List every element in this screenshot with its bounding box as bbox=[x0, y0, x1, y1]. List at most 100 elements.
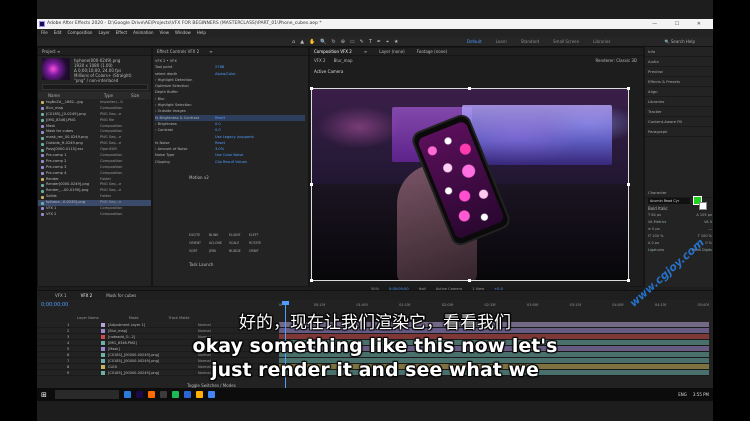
puppet-tool-icon[interactable]: ★ bbox=[394, 39, 398, 45]
effect-property-value[interactable]: Clip Result Values bbox=[215, 159, 247, 165]
brush-tool-icon[interactable]: ✒ bbox=[377, 39, 381, 45]
pen-tool-icon[interactable]: ✎ bbox=[360, 39, 364, 45]
timeline-timecode[interactable]: 0;00;00;00 bbox=[41, 302, 68, 308]
motion-button[interactable]: ACLONE bbox=[209, 241, 227, 245]
clone-tool-icon[interactable]: ⌖ bbox=[386, 39, 389, 45]
column-size[interactable]: Size bbox=[131, 92, 139, 99]
effect-property-value[interactable]: Alpha/Color bbox=[215, 71, 236, 77]
timeline-tab-vfx2[interactable]: VFX 2 bbox=[81, 291, 93, 300]
tab-effect-controls[interactable]: Effect Controls VFX 2 bbox=[157, 48, 199, 55]
motion-button[interactable]: JERK bbox=[209, 249, 227, 253]
motion-button[interactable]: SORT bbox=[189, 249, 207, 253]
taskbar-app-icon[interactable] bbox=[136, 391, 143, 398]
panel-section-preview[interactable]: Preview bbox=[645, 67, 713, 77]
time-ruler[interactable]: 0f 00:15f 01:00f 01:15f 02:00f 02:15f 03:00f 03… bbox=[279, 303, 709, 311]
panel-section-tracker[interactable]: Tracker bbox=[645, 107, 713, 117]
panel-section-info[interactable]: Info bbox=[645, 47, 713, 57]
taskbar-app-icon[interactable] bbox=[184, 391, 191, 398]
tab-layer[interactable]: Layer (none) bbox=[379, 48, 405, 55]
workspace-standard[interactable]: Standard bbox=[521, 37, 539, 47]
taskbar-app-icon[interactable] bbox=[148, 391, 155, 398]
panel-section-align[interactable]: Align bbox=[645, 87, 713, 97]
column-name[interactable]: Name bbox=[48, 92, 60, 99]
clock[interactable]: 3:55 PM bbox=[693, 388, 709, 401]
character-title[interactable]: Character bbox=[645, 188, 713, 198]
layer-handle[interactable] bbox=[468, 279, 471, 282]
motion-button[interactable]: ORBIT bbox=[249, 249, 267, 253]
character-setting[interactable]: VA 0 bbox=[704, 219, 712, 226]
layer-handle[interactable] bbox=[310, 279, 313, 282]
character-setting[interactable]: A 0 px bbox=[648, 240, 659, 247]
layer-handle[interactable] bbox=[310, 87, 313, 90]
tab-footage[interactable]: Footage (none) bbox=[417, 48, 447, 55]
motion-button[interactable]: NUDGE bbox=[229, 249, 247, 253]
zoom-tool-icon[interactable]: 🔍 bbox=[320, 39, 326, 45]
panel-section-content-aware-fill[interactable]: Content-Aware Fill bbox=[645, 117, 713, 127]
column-type[interactable]: Type bbox=[104, 92, 113, 99]
character-setting[interactable]: VA Metrics bbox=[648, 219, 666, 226]
character-setting[interactable]: T 64 px bbox=[648, 212, 661, 219]
project-search-input[interactable] bbox=[42, 84, 148, 90]
effect-property-row[interactable]: Clipping Clip Result Values bbox=[155, 159, 305, 165]
panel-section-paragraph[interactable]: Paragraph bbox=[645, 127, 713, 137]
menu-help[interactable]: Help bbox=[197, 29, 206, 37]
menu-animation[interactable]: Animation bbox=[133, 29, 153, 37]
stroke-color-swatch[interactable] bbox=[699, 202, 707, 210]
checkbox-ligatures[interactable]: Ligatures bbox=[648, 247, 664, 254]
panel-menu-icon[interactable]: ≡ bbox=[209, 48, 212, 55]
motion-button[interactable]: ORIENT bbox=[189, 241, 207, 245]
font-family-select[interactable]: Acumin Read Cyr bbox=[648, 198, 690, 204]
taskbar-app-icon[interactable] bbox=[172, 391, 179, 398]
panel-section-audio[interactable]: Audio bbox=[645, 57, 713, 67]
timeline-tab-vfx1[interactable]: VFX 1 bbox=[55, 291, 67, 300]
workspace-learn[interactable]: Learn bbox=[496, 37, 507, 47]
motion-button[interactable]: ELIGNT bbox=[229, 233, 247, 237]
panel-section-effects-presets[interactable]: Effects & Presets bbox=[645, 77, 713, 87]
renderer-label[interactable]: Renderer: Classic 3D bbox=[595, 58, 637, 63]
menu-layer[interactable]: Layer bbox=[98, 29, 109, 37]
type-tool-icon[interactable]: T bbox=[369, 39, 372, 45]
subtab-vfx2[interactable]: VFX 2 bbox=[314, 58, 326, 63]
character-setting[interactable]: IT 100 % bbox=[648, 233, 663, 240]
selection-tool-icon[interactable]: ▲ bbox=[300, 39, 304, 45]
subtab-blur-map[interactable]: Blur_map bbox=[334, 58, 353, 63]
workspace-libraries[interactable]: Libraries bbox=[593, 37, 610, 47]
menu-file[interactable]: File bbox=[41, 29, 48, 37]
menu-edit[interactable]: Edit bbox=[54, 29, 62, 37]
taskbar-app-icon[interactable] bbox=[196, 391, 203, 398]
taskbar-app-icon[interactable] bbox=[160, 391, 167, 398]
motion-button[interactable]: SCALE bbox=[229, 241, 247, 245]
layer-handle[interactable] bbox=[627, 279, 630, 282]
menu-window[interactable]: Window bbox=[175, 29, 191, 37]
project-tab[interactable]: Project ≡ bbox=[38, 48, 151, 56]
workspace-default[interactable]: Default bbox=[467, 37, 482, 47]
shape-tool-icon[interactable]: ▭ bbox=[350, 39, 355, 45]
taskbar-app-icon[interactable] bbox=[124, 391, 131, 398]
panel-menu-icon[interactable]: ≡ bbox=[364, 48, 367, 55]
menu-effect[interactable]: Effect bbox=[116, 29, 128, 37]
task-launch-button[interactable]: Task Launch bbox=[189, 262, 213, 267]
layer-handle[interactable] bbox=[627, 183, 630, 186]
layer-handle[interactable] bbox=[627, 87, 630, 90]
taskbar-app-icon[interactable] bbox=[208, 391, 215, 398]
windows-start-icon[interactable]: ⊞ bbox=[41, 391, 51, 399]
panel-section-libraries[interactable]: Libraries bbox=[645, 97, 713, 107]
font-style-select[interactable]: Bold Italic bbox=[648, 206, 668, 211]
hand-tool-icon[interactable]: ✋ bbox=[309, 39, 315, 45]
timeline-tab-mask-for-cubes[interactable]: Mask for cubes bbox=[106, 291, 136, 300]
taskbar-search-input[interactable] bbox=[55, 390, 119, 399]
motion-button[interactable]: BLINK bbox=[209, 233, 227, 237]
layer-handle[interactable] bbox=[468, 87, 471, 90]
search-help[interactable]: 🔍 Search Help bbox=[665, 37, 695, 47]
menu-composition[interactable]: Composition bbox=[67, 29, 92, 37]
tab-composition-vfx2[interactable]: Composition VFX 2 bbox=[314, 48, 352, 55]
motion-button[interactable]: ROTATE bbox=[249, 241, 267, 245]
menu-view[interactable]: View bbox=[160, 29, 170, 37]
motion-button[interactable]: EXCITE bbox=[189, 233, 207, 237]
anchor-tool-icon[interactable]: ⊕ bbox=[341, 39, 345, 45]
window-controls[interactable]: — ☐ ✕ bbox=[652, 19, 709, 29]
character-setting[interactable]: A 105 px bbox=[696, 212, 712, 219]
rotate-tool-icon[interactable]: ↻ bbox=[332, 39, 336, 45]
workspace-small-screen[interactable]: Small Screen bbox=[553, 37, 579, 47]
character-setting[interactable]: — bbox=[709, 226, 713, 233]
